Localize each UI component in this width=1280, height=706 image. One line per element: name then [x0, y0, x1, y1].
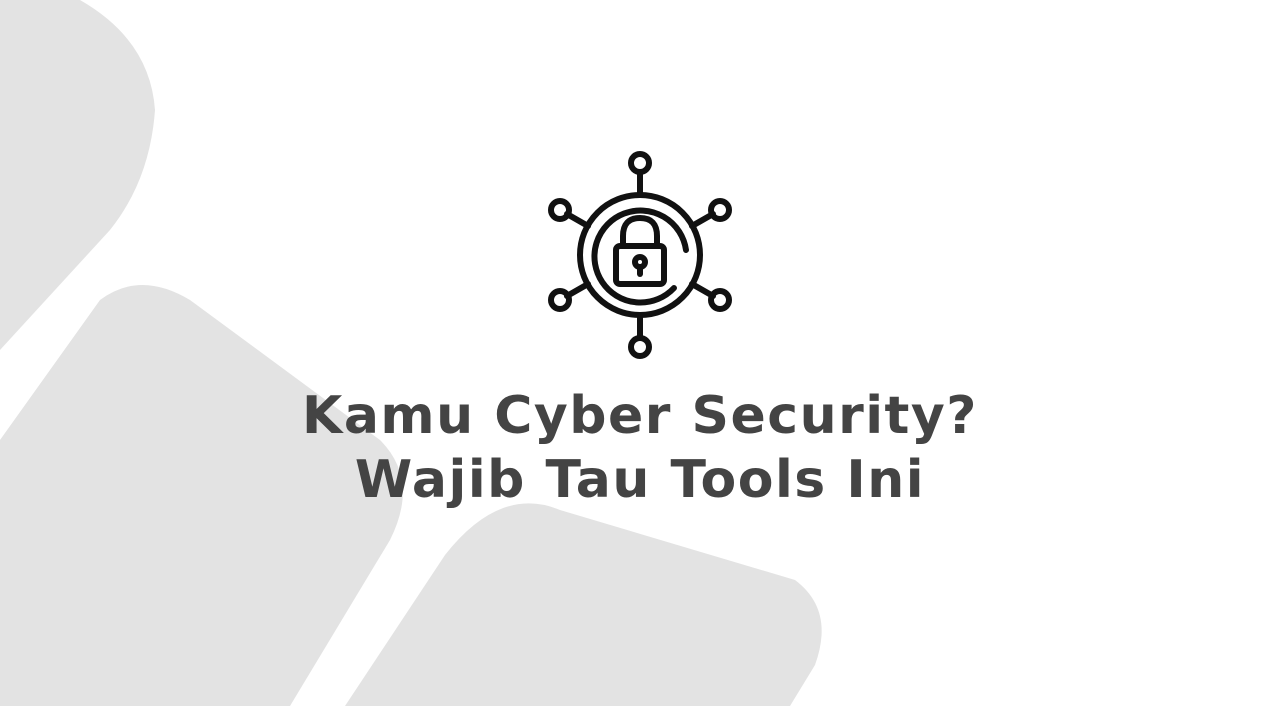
network-lock-icon [548, 151, 732, 359]
headline: Kamu Cyber Security? Wajib Tau Tools Ini [0, 384, 1280, 512]
headline-line-1: Kamu Cyber Security? [302, 386, 978, 446]
headline-line-2: Wajib Tau Tools Ini [354, 450, 926, 510]
background-shape-bottom-right [345, 503, 822, 706]
